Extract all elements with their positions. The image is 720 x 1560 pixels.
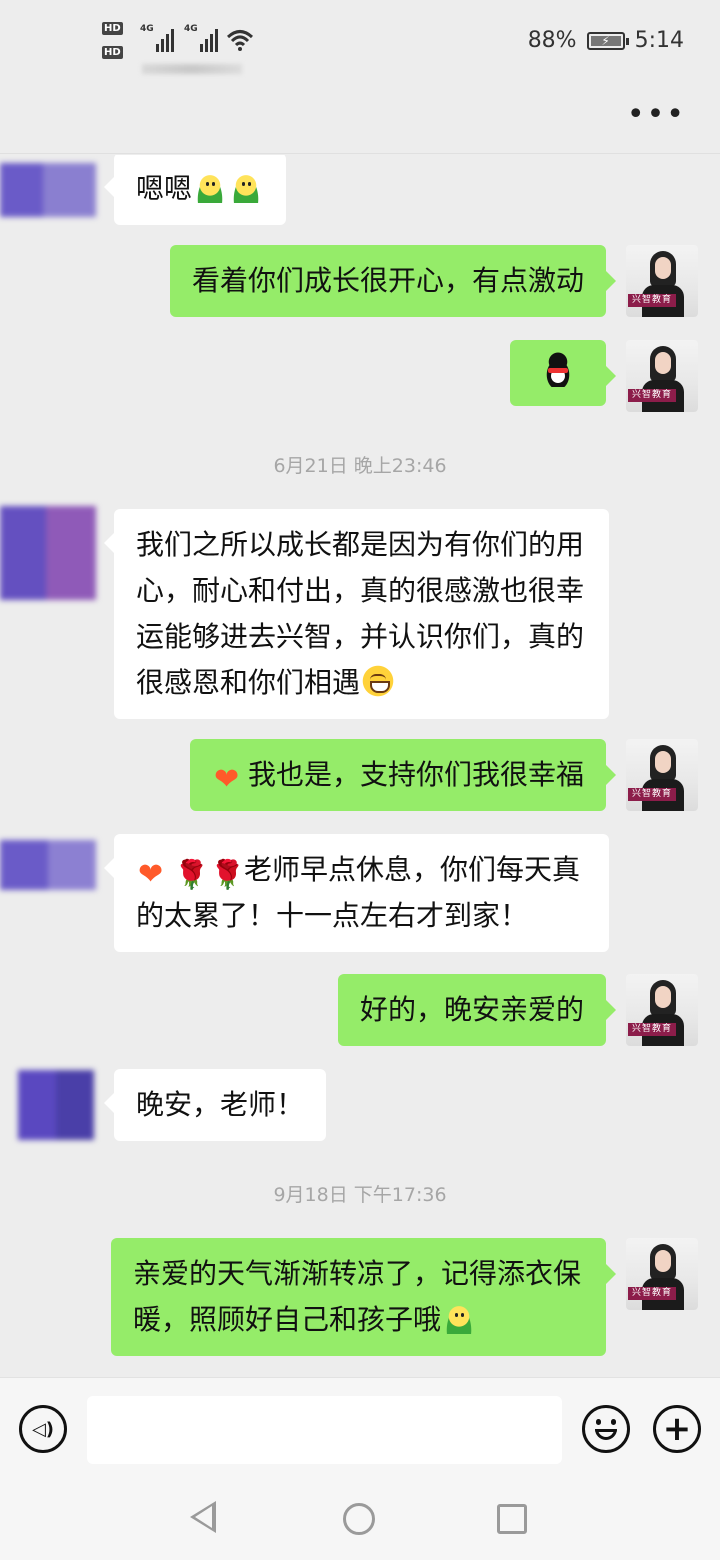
message-bubble-outgoing[interactable]: 亲爱的天气渐渐转凉了，记得添衣保暖，照顾好自己和孩子哦: [111, 1238, 616, 1356]
clock: 5:14: [634, 28, 684, 53]
voice-wave-icon: ◁): [31, 1418, 55, 1440]
more-options-icon[interactable]: •••: [627, 100, 686, 130]
message-bubble-outgoing[interactable]: [510, 340, 616, 406]
message-bubble-incoming[interactable]: 我们之所以成长都是因为有你们的用心，耐心和付出，真的很感激也很幸运能够进去兴智，…: [104, 509, 609, 719]
my-avatar[interactable]: 兴智教育: [626, 245, 698, 317]
message-text: 晚安，老师！: [136, 1088, 305, 1121]
more-functions-button[interactable]: +: [653, 1405, 701, 1453]
penguin-emoji-icon: [540, 351, 576, 387]
my-avatar[interactable]: 兴智教育: [626, 340, 698, 412]
message-text: 嗯嗯: [136, 172, 193, 205]
message-text: 好的，晚安亲爱的: [359, 993, 584, 1026]
my-avatar[interactable]: 兴智教育: [626, 739, 698, 811]
signal-bars-icon: [156, 28, 174, 52]
heart-emoji-icon: ❤: [213, 762, 240, 797]
my-avatar[interactable]: 兴智教育: [626, 1238, 698, 1310]
contact-avatar-blurred[interactable]: [0, 840, 96, 890]
signal-indicators: HD HD 4G 4G: [102, 20, 262, 74]
smile-emoji-icon: [230, 171, 263, 203]
blurred-carrier-text: [142, 64, 242, 74]
status-bar: HD HD 4G 4G 88% ⚡ 5:14: [0, 0, 720, 84]
message-bubble-incoming[interactable]: ❤ 🌹🌹老师早点休息，你们每天真的太累了！十一点左右才到家！: [104, 834, 609, 952]
contact-avatar-blurred[interactable]: [0, 163, 96, 217]
contact-avatar-blurred[interactable]: [18, 1070, 94, 1140]
battery-icon: ⚡: [586, 31, 629, 50]
message-bubble-incoming[interactable]: 晚安，老师！: [103, 1069, 327, 1141]
contact-avatar-blurred[interactable]: [0, 506, 96, 600]
chat-input-bar: ◁) +: [0, 1377, 720, 1477]
message-input[interactable]: [87, 1396, 562, 1464]
message-bubble-outgoing[interactable]: ❤ 我也是，支持你们我很幸福: [189, 739, 617, 811]
rose-emoji-icon: 🌹: [210, 858, 245, 891]
wifi-icon: [226, 30, 254, 51]
battery-percent: 88%: [527, 28, 577, 53]
message-bubble-outgoing[interactable]: 好的，晚安亲爱的: [337, 974, 617, 1046]
message-text: 我也是，支持你们我很幸福: [247, 758, 584, 791]
system-navigation-bar: [0, 1477, 720, 1560]
emoji-button[interactable]: [582, 1405, 630, 1453]
message-bubble-incoming[interactable]: 嗯嗯: [103, 155, 287, 225]
home-icon[interactable]: [343, 1503, 375, 1535]
hd-badge: HD: [102, 46, 123, 59]
network-type-label: 4G: [184, 24, 198, 34]
heart-emoji-icon: ❤: [138, 857, 164, 892]
smile-emoji-icon: [194, 171, 227, 203]
hd-badge: HD: [102, 22, 123, 35]
my-avatar[interactable]: 兴智教育: [626, 974, 698, 1046]
signal-bars-icon: [200, 28, 218, 52]
message-timestamp: 9月18日 下午17:36: [273, 1184, 447, 1206]
message-text: 看着你们成长很开心，有点激动: [191, 264, 584, 297]
message-text: 我们之所以成长都是因为有你们的用心，耐心和付出，真的很感激也很幸运能够进去兴智，…: [136, 528, 585, 699]
grin-emoji-icon: [362, 665, 395, 697]
message-timestamp: 6月21日 晚上23:46: [273, 455, 447, 477]
chat-message-list[interactable]: 嗯嗯 看着你们成长很开心，有点激动 兴智教育 兴智教育 6月21日 晚上23:4…: [0, 155, 720, 1377]
chat-title-bar: •••: [0, 84, 720, 154]
status-right: 88% ⚡ 5:14: [528, 28, 684, 53]
recent-apps-icon[interactable]: [497, 1504, 527, 1534]
message-text: 亲爱的天气渐渐转凉了，记得添衣保暖，照顾好自己和孩子哦: [133, 1257, 582, 1336]
back-icon[interactable]: [190, 1501, 216, 1533]
smile-emoji-icon: [443, 1302, 476, 1334]
message-bubble-outgoing[interactable]: 看着你们成长很开心，有点激动: [169, 245, 617, 317]
network-type-label: 4G: [140, 24, 154, 34]
voice-input-button[interactable]: ◁): [19, 1405, 67, 1453]
rose-emoji-icon: 🌹: [174, 858, 209, 891]
